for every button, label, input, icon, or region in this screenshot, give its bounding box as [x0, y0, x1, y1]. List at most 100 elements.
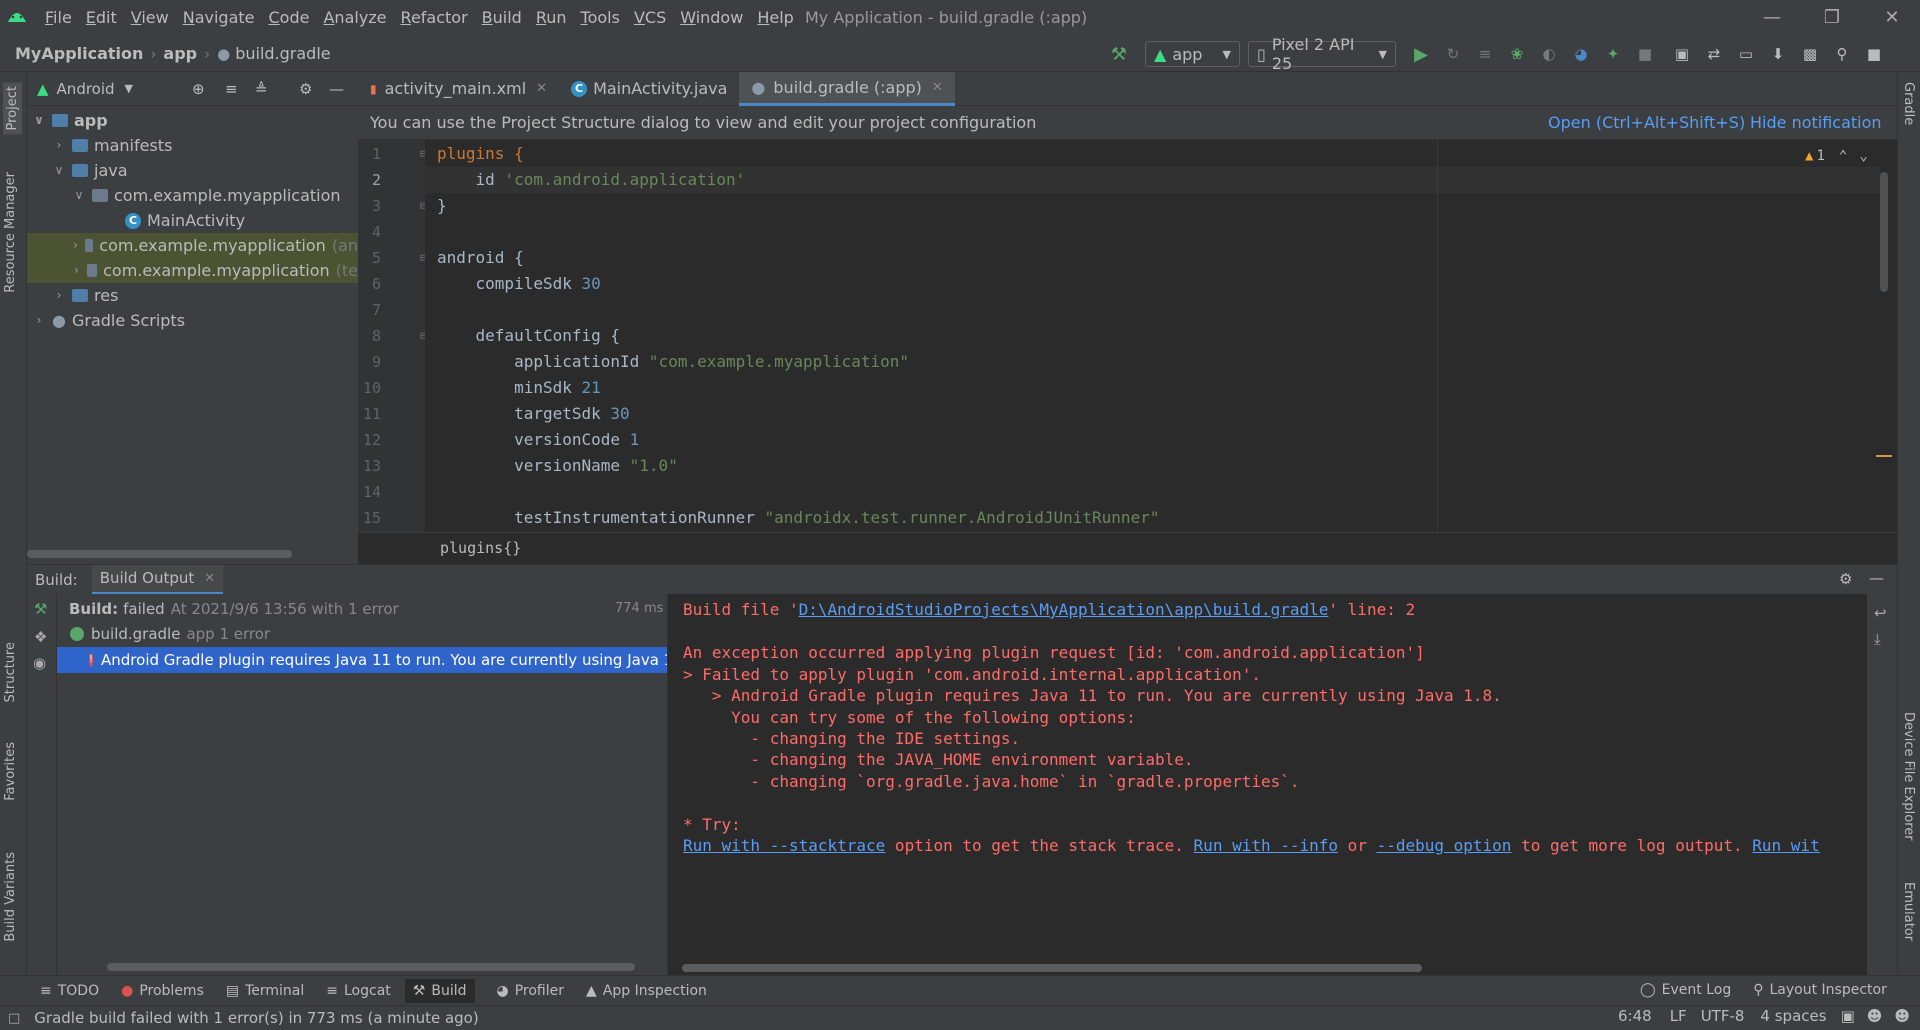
breadcrumb-project[interactable]: MyApplication [15, 44, 143, 63]
app-inspection-tool-button[interactable]: ▲ App Inspection [586, 983, 707, 999]
horizontal-scrollbar[interactable] [107, 963, 635, 971]
avd-manager-icon[interactable]: ▭ [1733, 41, 1759, 67]
chevron-right-icon[interactable]: › [72, 233, 79, 258]
make-project-hammer-icon[interactable]: ⚒ [1106, 41, 1132, 67]
debug-option-link[interactable]: --debug option [1377, 836, 1512, 855]
menu-file[interactable]: File [38, 0, 79, 36]
close-icon[interactable]: ✕ [932, 80, 943, 95]
gear-icon[interactable]: ⚙ [299, 80, 312, 98]
soft-wrap-icon[interactable]: ↩ [1874, 604, 1887, 622]
build-variants-tool-button[interactable]: Build Variants [3, 852, 18, 942]
device-manager-icon[interactable]: ▩ [1797, 41, 1823, 67]
chevron-down-icon[interactable]: ⌄ [1859, 148, 1867, 164]
minimize-button[interactable]: — [1752, 0, 1792, 36]
tree-item-package-androidtest[interactable]: › com.example.myapplication (an [27, 233, 358, 258]
editor-breadcrumb[interactable]: plugins{} [440, 539, 521, 557]
menu-build[interactable]: Build [475, 0, 529, 36]
notifications-icon[interactable]: ☻ [1894, 1007, 1910, 1025]
warning-stripe-marker[interactable] [1876, 455, 1892, 457]
sdk-manager-icon[interactable]: ⬇ [1765, 41, 1791, 67]
chevron-right-icon[interactable]: › [52, 283, 66, 308]
breadcrumb-file[interactable]: build.gradle [235, 44, 330, 63]
run-configuration-select[interactable]: ▲ app ▼ [1145, 41, 1240, 67]
build-file-row[interactable]: build.gradle app 1 error [70, 622, 270, 646]
horizontal-scrollbar[interactable] [682, 964, 1422, 972]
tab-build-output[interactable]: Build Output ✕ [91, 564, 224, 595]
build-status-row[interactable]: Build: failed At 2021/9/6 13:56 with 1 e… [69, 597, 399, 621]
chevron-down-icon[interactable]: ∨ [52, 158, 66, 183]
tab-mainactivity-java[interactable]: C MainActivity.java [559, 72, 739, 106]
status-message[interactable]: Gradle build failed with 1 error(s) in 7… [34, 1009, 478, 1027]
tab-build-gradle[interactable]: ● build.gradle (:app) ✕ [739, 71, 955, 106]
tree-item-mainactivity[interactable]: C MainActivity [125, 208, 245, 233]
toggle-tool-windows-icon[interactable]: □ [8, 1011, 20, 1026]
scroll-to-end-icon[interactable]: ⤓ [1874, 630, 1881, 648]
code-editor[interactable]: plugins { id 'com.android.application' }… [425, 140, 1880, 532]
restore-button[interactable]: ❐ [1812, 0, 1852, 36]
tree-item-manifests[interactable]: › manifests [52, 133, 173, 158]
editor-vertical-scrollbar[interactable] [1880, 172, 1888, 292]
menu-vcs[interactable]: VCS [627, 0, 673, 36]
open-project-structure-link[interactable]: Open (Ctrl+Alt+Shift+S) [1548, 113, 1745, 132]
inspection-widget[interactable]: ▲ 1 ⌃ ⌄ [1805, 148, 1868, 164]
run-with-stacktrace-link[interactable]: Run with --stacktrace [683, 836, 885, 855]
horizontal-scrollbar[interactable] [27, 550, 292, 558]
hide-notification-link[interactable]: Hide notification [1750, 113, 1882, 132]
device-select[interactable]: ▯ Pixel 2 API 25 ▼ [1248, 35, 1396, 73]
build-error-row[interactable]: ! Android Gradle plugin requires Java 11… [57, 647, 667, 673]
tree-item-app[interactable]: ∨ app [32, 108, 108, 133]
project-structure-icon[interactable]: ▣ [1669, 41, 1695, 67]
tab-activity-main-xml[interactable]: ▮ activity_main.xml ✕ [358, 72, 559, 106]
run-icon[interactable]: ▶ [1408, 41, 1434, 67]
attach-debugger-icon[interactable]: ✦ [1600, 41, 1626, 67]
run-with-info-link[interactable]: Run with --info [1194, 836, 1339, 855]
smiley-icon[interactable]: ☻ [1867, 1007, 1883, 1025]
breadcrumb-module[interactable]: app [163, 44, 197, 63]
expand-all-icon[interactable]: ≡ [225, 80, 238, 98]
project-tool-button[interactable]: Project [3, 82, 22, 135]
menu-tools[interactable]: Tools [574, 0, 627, 36]
file-encoding[interactable]: UTF-8 [1701, 1007, 1745, 1025]
menu-navigate[interactable]: Navigate [176, 0, 262, 36]
tree-item-java[interactable]: ∨ java [52, 158, 128, 183]
menu-view[interactable]: View [124, 0, 176, 36]
chevron-down-icon[interactable]: ▼ [125, 82, 133, 95]
hammer-icon[interactable]: ⚒ [34, 600, 47, 618]
event-log-tool-button[interactable]: ◯ Event Log [1640, 982, 1731, 998]
search-icon[interactable]: ⚲ [1829, 41, 1855, 67]
chevron-up-icon[interactable]: ⌃ [1839, 148, 1847, 164]
line-separator[interactable]: LF [1670, 1007, 1687, 1025]
structure-tool-button[interactable]: Structure [3, 642, 18, 702]
menu-run[interactable]: Run [529, 0, 574, 36]
terminal-tool-button[interactable]: ▤ Terminal [226, 983, 304, 999]
chevron-right-icon[interactable]: › [52, 133, 66, 158]
close-window-button[interactable]: ✕ [1872, 0, 1912, 36]
favorites-tool-button[interactable]: Favorites [3, 742, 18, 801]
indent-setting[interactable]: 4 spaces [1760, 1007, 1826, 1025]
close-icon[interactable]: ✕ [536, 81, 547, 96]
todo-tool-button[interactable]: ≡ TODO [40, 983, 99, 999]
locate-file-icon[interactable]: ⊕ [192, 80, 205, 98]
account-icon[interactable]: ■ [1861, 41, 1887, 67]
apply-code-changes-icon[interactable]: ≡ [1472, 41, 1498, 67]
problems-tool-button[interactable]: ● Problems [121, 983, 204, 999]
coverage-icon[interactable]: ◐ [1536, 41, 1562, 67]
tree-item-package-main[interactable]: ∨ com.example.myapplication [72, 183, 341, 208]
gear-icon[interactable]: ⚙ [1839, 570, 1852, 588]
menu-edit[interactable]: Edit [79, 0, 124, 36]
chevron-down-icon[interactable]: ∨ [32, 108, 46, 133]
emulator-tool-button[interactable]: Emulator [1901, 882, 1916, 941]
build-file-link[interactable]: D:\AndroidStudioProjects\MyApplication\a… [799, 600, 1329, 619]
menu-analyze[interactable]: Analyze [316, 0, 393, 36]
logcat-tool-button[interactable]: ≡ Logcat [326, 983, 391, 999]
menu-window[interactable]: Window [673, 0, 750, 36]
chevron-right-icon[interactable]: › [32, 308, 46, 333]
resource-manager-tool-button[interactable]: Resource Manager [3, 172, 18, 293]
collapse-all-icon[interactable]: ≜ [255, 80, 268, 98]
debug-icon[interactable]: ❀ [1504, 41, 1530, 67]
pin-icon[interactable]: ❖ [34, 628, 47, 646]
tree-item-package-test[interactable]: › com.example.myapplication (te [27, 258, 358, 283]
menu-refactor[interactable]: Refactor [394, 0, 475, 36]
lock-icon[interactable]: ▣ [1841, 1007, 1855, 1025]
close-icon[interactable]: ✕ [204, 571, 215, 586]
